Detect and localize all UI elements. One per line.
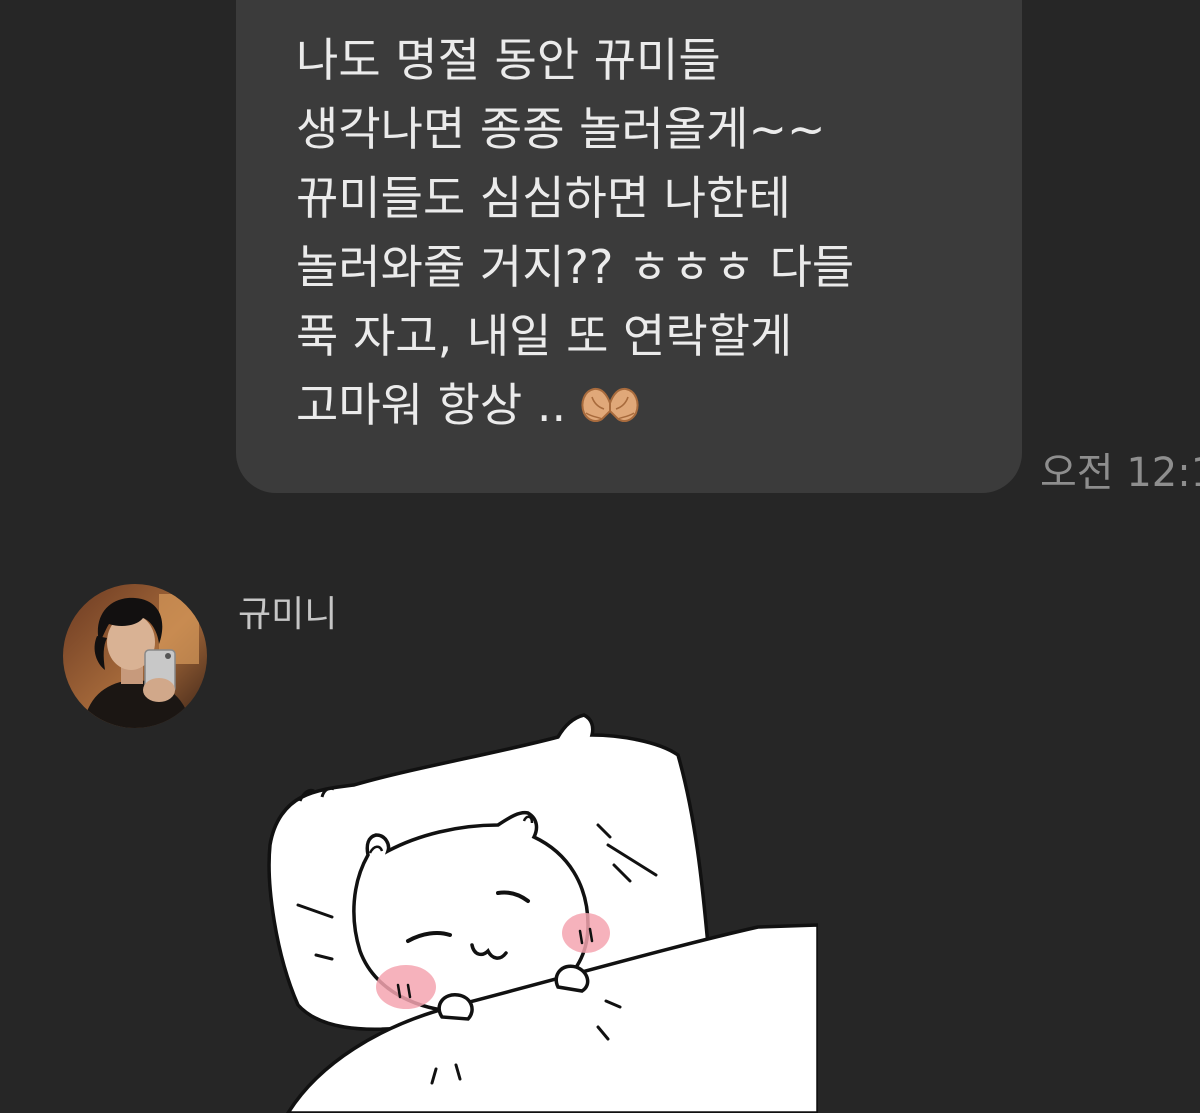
heart-hands-icon <box>578 377 642 446</box>
message-timestamp: 오전 12:1 <box>1040 450 1200 496</box>
outgoing-message-bubble[interactable]: 나도 명절 동안 뀨미들 생각나면 종종 놀러올게~~ 뀨미들도 심심하면 나한… <box>236 0 1022 493</box>
profile-photo <box>63 584 207 728</box>
sleeping-cat-sticker[interactable] <box>258 705 820 1113</box>
sender-name: 규미니 <box>238 594 338 635</box>
chat-window: 나도 명절 동안 뀨미들 생각나면 종종 놀러올게~~ 뀨미들도 심심하면 나한… <box>0 0 1200 1113</box>
message-body: 나도 명절 동안 뀨미들 생각나면 종종 놀러올게~~ 뀨미들도 심심하면 나한… <box>296 33 855 432</box>
message-text: 나도 명절 동안 뀨미들 생각나면 종종 놀러올게~~ 뀨미들도 심심하면 나한… <box>296 26 996 446</box>
avatar[interactable] <box>63 584 207 728</box>
